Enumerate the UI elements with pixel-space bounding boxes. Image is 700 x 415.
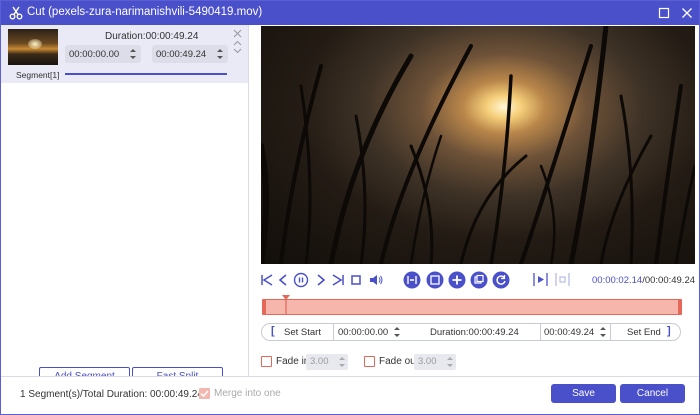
current-time: 00:00:02.14 bbox=[592, 275, 643, 286]
fade-in-label: Fade in bbox=[276, 356, 310, 367]
duration-display: Duration:00:00:49.24 bbox=[430, 327, 519, 338]
bottom-bar: 1 Segment(s)/Total Duration: 00:00:49.24… bbox=[1, 376, 699, 414]
cancel-button[interactable]: Cancel bbox=[620, 384, 685, 403]
video-preview bbox=[261, 26, 695, 264]
segments-summary: 1 Segment(s)/Total Duration: 00:00:49.24 bbox=[20, 389, 203, 400]
trim-end-handle[interactable] bbox=[678, 299, 682, 315]
segment-card[interactable]: Segment[1] Duration:00:00:49.24 00:00:00… bbox=[1, 25, 248, 83]
merge-checkbox[interactable] bbox=[199, 388, 210, 399]
segment-panel: Segment[1] Duration:00:00:49.24 00:00:00… bbox=[1, 25, 249, 387]
set-start-bracket-icon: [ bbox=[271, 325, 275, 337]
next-frame-icon[interactable] bbox=[313, 272, 329, 288]
time-readout: 00:00:02.14/00:00:49.24 bbox=[592, 275, 695, 286]
segment-progress-bar bbox=[65, 73, 227, 75]
stepper-icon[interactable] bbox=[216, 47, 224, 61]
pause-icon[interactable] bbox=[293, 272, 309, 288]
add-icon[interactable] bbox=[448, 271, 466, 289]
crop-icon[interactable] bbox=[426, 271, 444, 289]
check-icon bbox=[200, 390, 209, 398]
segment-start-field[interactable]: 00:00:00.00 bbox=[65, 45, 141, 63]
stepper-icon[interactable] bbox=[446, 355, 454, 369]
close-icon[interactable] bbox=[679, 5, 695, 21]
fade-out-label: Fade out bbox=[379, 356, 419, 367]
previous-frame-icon[interactable] bbox=[275, 272, 291, 288]
fade-out-option: Fade out 3.00 bbox=[364, 354, 456, 370]
timeline-track[interactable] bbox=[262, 295, 682, 315]
start-stepper-icon[interactable] bbox=[393, 325, 401, 339]
start-time-input[interactable]: 00:00:00.00 bbox=[338, 327, 388, 338]
go-to-end-icon[interactable] bbox=[330, 272, 346, 288]
set-start-button[interactable]: Set Start bbox=[284, 327, 321, 338]
trim-start-handle[interactable] bbox=[262, 299, 266, 315]
total-time: /00:00:49.24 bbox=[642, 275, 696, 286]
segment-end-field[interactable]: 00:00:49.24 bbox=[152, 45, 228, 63]
stepper-icon[interactable] bbox=[338, 355, 346, 369]
delete-segment-icon[interactable] bbox=[233, 29, 242, 38]
save-button[interactable]: Save bbox=[551, 384, 616, 403]
reorder-arrows-icon[interactable] bbox=[233, 39, 242, 55]
fade-out-value: 3.00 bbox=[418, 356, 437, 367]
reset-icon[interactable] bbox=[492, 271, 510, 289]
split-clip-icon[interactable] bbox=[403, 271, 421, 289]
set-end-bracket-icon: ] bbox=[667, 325, 671, 337]
fade-out-checkbox[interactable] bbox=[364, 356, 375, 367]
segment-start-value: 00:00:00.00 bbox=[69, 49, 120, 60]
fade-in-option: Fade in 3.00 bbox=[261, 354, 351, 370]
stepper-icon[interactable] bbox=[129, 47, 137, 61]
segment-thumbnail bbox=[8, 29, 58, 65]
title-bar: Cut (pexels-zura-narimanishvili-5490419.… bbox=[1, 1, 699, 25]
segment-end-value: 00:00:49.24 bbox=[156, 49, 207, 60]
segment-label: Segment[1] bbox=[16, 70, 60, 80]
stop-icon[interactable] bbox=[348, 272, 364, 288]
set-end-button[interactable]: Set End bbox=[627, 327, 661, 338]
cut-window: Cut (pexels-zura-narimanishvili-5490419.… bbox=[0, 0, 700, 415]
playhead-marker[interactable] bbox=[282, 295, 290, 315]
merge-label: Merge into one bbox=[214, 388, 281, 399]
fade-in-duration-field[interactable]: 3.00 bbox=[306, 354, 348, 370]
end-stepper-icon[interactable] bbox=[599, 325, 607, 339]
end-time-input[interactable]: 00:00:49.24 bbox=[544, 327, 594, 338]
preview-end-icon[interactable] bbox=[554, 271, 571, 288]
window-title: Cut (pexels-zura-narimanishvili-5490419.… bbox=[27, 6, 263, 18]
fade-in-checkbox[interactable] bbox=[261, 356, 272, 367]
scissors-icon bbox=[9, 6, 23, 20]
maximize-icon[interactable] bbox=[656, 5, 672, 21]
trim-range-bar: [ Set Start 00:00:00.00 Duration:00:00:4… bbox=[261, 323, 681, 341]
volume-icon[interactable] bbox=[368, 272, 384, 288]
grass-silhouette bbox=[261, 26, 695, 264]
go-to-start-icon[interactable] bbox=[259, 272, 275, 288]
play-segment-icon[interactable] bbox=[532, 271, 549, 288]
copy-icon[interactable] bbox=[470, 271, 488, 289]
fade-out-duration-field[interactable]: 3.00 bbox=[414, 354, 456, 370]
fade-in-value: 3.00 bbox=[310, 356, 329, 367]
segment-duration: Duration:00:00:49.24 bbox=[105, 31, 199, 42]
